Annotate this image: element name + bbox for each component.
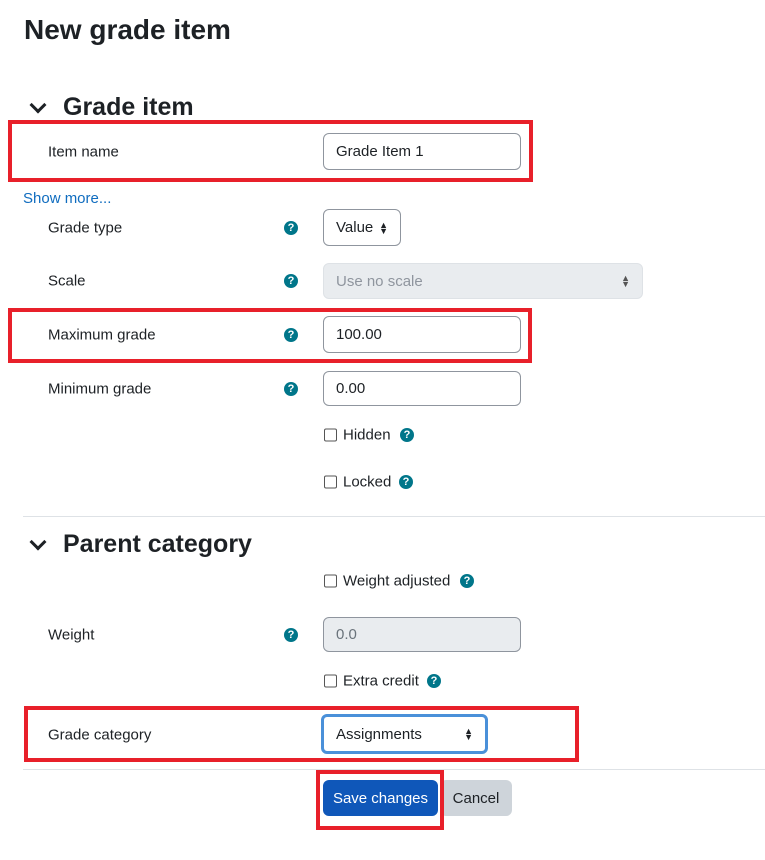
- help-icon[interactable]: ?: [427, 674, 441, 688]
- minimum-grade-label: Minimum grade: [48, 380, 152, 398]
- minimum-grade-input[interactable]: 0.00: [323, 371, 521, 406]
- grade-category-value: Assignments: [336, 725, 422, 743]
- save-changes-button[interactable]: Save changes: [323, 780, 438, 816]
- page-title: New grade item: [24, 14, 231, 45]
- scale-label: Scale: [48, 272, 86, 290]
- grade-category-label: Grade category: [48, 726, 152, 744]
- weight-adjusted-label: Weight adjusted: [343, 572, 451, 590]
- divider: [23, 516, 765, 517]
- grade-category-select[interactable]: Assignments ▲ ▼: [321, 714, 488, 754]
- sort-arrows-icon: ▲ ▼: [379, 219, 388, 236]
- chevron-down-icon[interactable]: [29, 533, 47, 551]
- help-icon[interactable]: ?: [284, 628, 298, 642]
- item-name-input[interactable]: Grade Item 1: [323, 133, 521, 170]
- extra-credit-checkbox[interactable]: [324, 674, 337, 688]
- locked-label: Locked: [343, 473, 392, 491]
- help-icon[interactable]: ?: [400, 428, 414, 442]
- help-icon[interactable]: ?: [284, 382, 298, 396]
- grade-type-select[interactable]: Value ▲ ▼: [323, 209, 401, 246]
- weight-label: Weight: [48, 626, 95, 644]
- locked-checkbox[interactable]: [324, 475, 337, 489]
- show-more-link[interactable]: Show more...: [23, 190, 111, 207]
- grade-type-label: Grade type: [48, 219, 123, 237]
- hidden-label: Hidden: [343, 426, 391, 444]
- scale-select: Use no scale ▲ ▼: [323, 263, 643, 299]
- maximum-grade-label: Maximum grade: [48, 326, 156, 344]
- help-icon[interactable]: ?: [284, 221, 298, 235]
- weight-adjusted-checkbox[interactable]: [324, 574, 337, 588]
- sort-arrows-icon: ▲ ▼: [464, 726, 473, 742]
- chevron-down-icon[interactable]: [29, 96, 47, 114]
- extra-credit-label: Extra credit: [343, 672, 419, 690]
- weight-input: 0.0: [323, 617, 521, 652]
- maximum-grade-input[interactable]: 100.00: [323, 316, 521, 353]
- cancel-button[interactable]: Cancel: [440, 780, 512, 816]
- grade-type-value: Value: [336, 219, 374, 236]
- item-name-label: Item name: [48, 143, 119, 161]
- section-title-grade-item[interactable]: Grade item: [63, 93, 194, 122]
- section-title-parent-category[interactable]: Parent category: [63, 530, 252, 559]
- hidden-checkbox[interactable]: [324, 428, 337, 442]
- help-icon[interactable]: ?: [284, 274, 298, 288]
- help-icon[interactable]: ?: [284, 328, 298, 342]
- sort-arrows-icon: ▲ ▼: [621, 273, 630, 289]
- help-icon[interactable]: ?: [460, 574, 474, 588]
- help-icon[interactable]: ?: [399, 475, 413, 489]
- scale-value: Use no scale: [336, 272, 423, 290]
